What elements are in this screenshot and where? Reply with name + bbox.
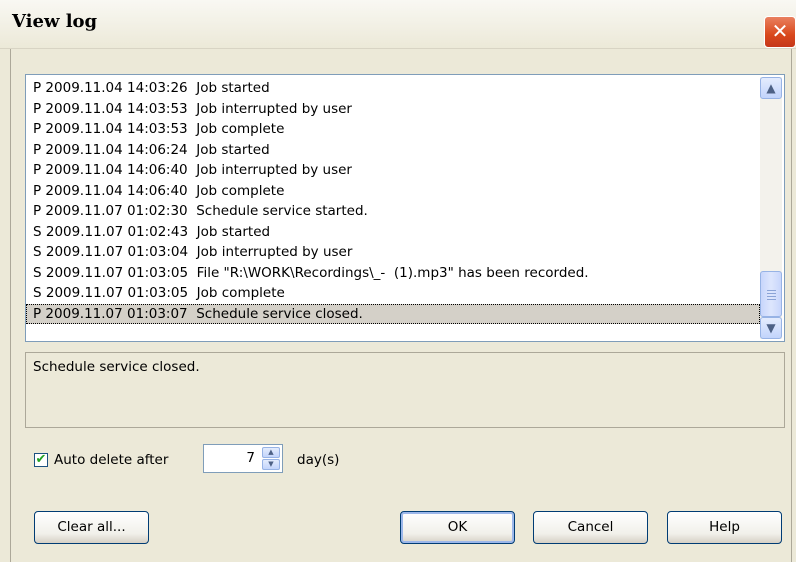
- auto-delete-checkbox[interactable]: ✔: [34, 453, 48, 467]
- scrollbar-thumb[interactable]: [760, 271, 782, 317]
- days-stepper[interactable]: 7 ▲ ▼: [203, 444, 283, 473]
- log-row-selected[interactable]: P 2009.11.07 01:03:07 Schedule service c…: [26, 303, 760, 324]
- view-log-dialog: View log ✕ P 2009.11.04 14:03:26 Job sta…: [0, 0, 796, 562]
- log-row[interactable]: P 2009.11.07 01:02:30 Schedule service s…: [26, 201, 760, 222]
- title-bar: View log ✕: [0, 0, 796, 49]
- close-icon[interactable]: ✕: [764, 16, 796, 48]
- days-value[interactable]: 7: [246, 450, 255, 466]
- details-text: Schedule service closed.: [33, 359, 200, 375]
- log-row[interactable]: P 2009.11.04 14:06:40 Job interrupted by…: [26, 160, 760, 181]
- stepper-buttons: ▲ ▼: [262, 447, 280, 470]
- grip-line: [767, 293, 776, 294]
- log-row[interactable]: P 2009.11.04 14:06:24 Job started: [26, 140, 760, 161]
- log-row[interactable]: S 2009.11.07 01:03:04 Job interrupted by…: [26, 242, 760, 263]
- log-row[interactable]: S 2009.11.07 01:03:05 Job complete: [26, 283, 760, 304]
- log-row[interactable]: P 2009.11.04 14:03:53 Job complete: [26, 119, 760, 140]
- grip-line: [767, 299, 776, 300]
- log-details: Schedule service closed.: [25, 352, 785, 428]
- log-row[interactable]: P 2009.11.04 14:03:53 Job interrupted by…: [26, 99, 760, 120]
- log-scrollbar[interactable]: ▲ ▼: [760, 77, 782, 339]
- auto-delete-label[interactable]: Auto delete after: [54, 452, 168, 468]
- scroll-up-icon[interactable]: ▲: [760, 77, 782, 99]
- log-row[interactable]: P 2009.11.04 14:03:26 Job started: [26, 78, 760, 99]
- dialog-title: View log: [12, 11, 98, 32]
- log-rows: P 2009.11.04 14:03:26 Job started P 2009…: [26, 78, 760, 324]
- log-row[interactable]: S 2009.11.07 01:02:43 Job started: [26, 222, 760, 243]
- grip-line: [767, 296, 776, 297]
- clear-all-button[interactable]: Clear all...: [34, 511, 149, 544]
- scroll-down-icon[interactable]: ▼: [760, 317, 782, 339]
- log-row[interactable]: S 2009.11.07 01:03:05 File "R:\WORK\Reco…: [26, 263, 760, 284]
- help-button[interactable]: Help: [667, 511, 782, 544]
- stepper-up-icon[interactable]: ▲: [262, 447, 280, 458]
- grip-line: [767, 290, 776, 291]
- cancel-button[interactable]: Cancel: [533, 511, 648, 544]
- log-row[interactable]: P 2009.11.04 14:06:40 Job complete: [26, 181, 760, 202]
- log-list[interactable]: P 2009.11.04 14:03:26 Job started P 2009…: [25, 74, 785, 342]
- days-unit-label: day(s): [297, 452, 340, 468]
- ok-button[interactable]: OK: [400, 511, 515, 544]
- stepper-down-icon[interactable]: ▼: [262, 459, 280, 470]
